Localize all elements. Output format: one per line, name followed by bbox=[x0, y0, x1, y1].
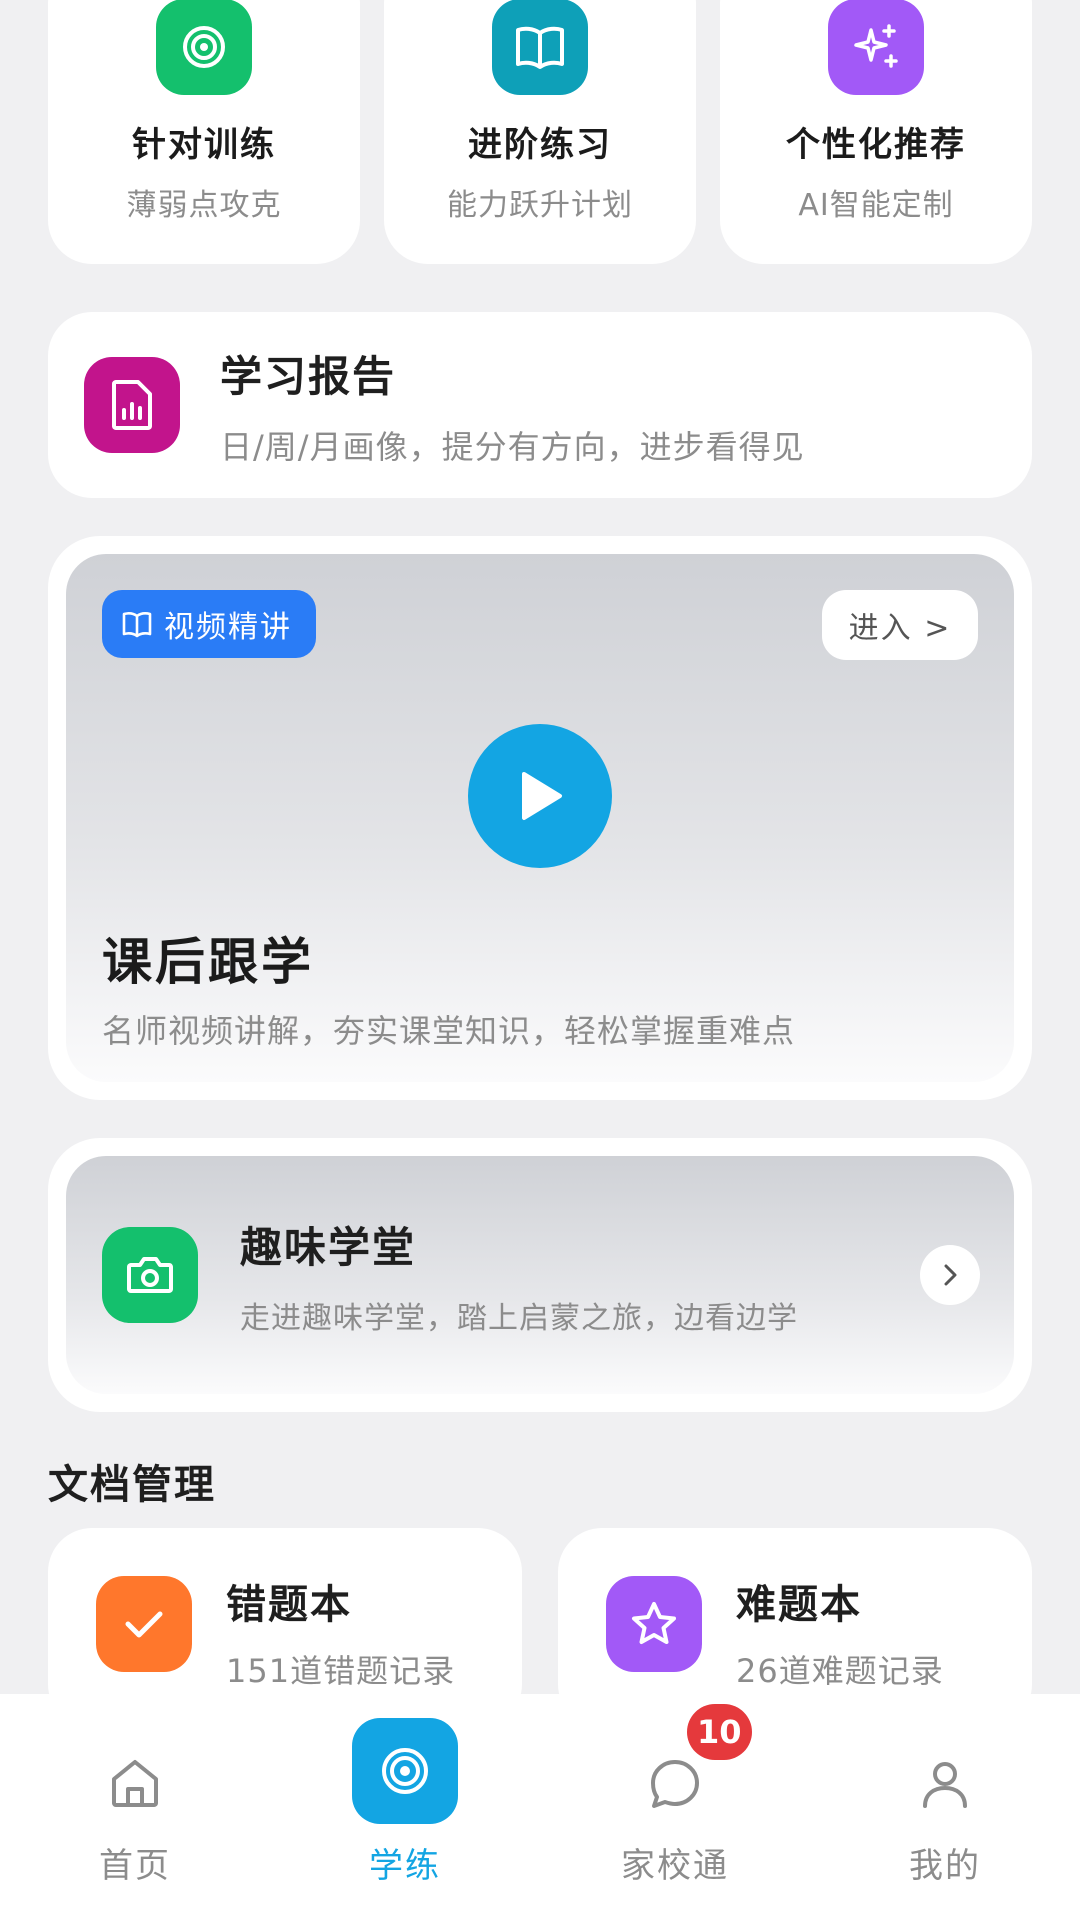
tab-home-school[interactable]: 10 家校通 bbox=[575, 1694, 775, 1920]
report-chart-icon bbox=[84, 357, 180, 453]
advanced-practice-card[interactable]: 进阶练习 能力跃升计划 bbox=[384, 0, 696, 264]
tab-study[interactable]: 学练 bbox=[305, 1694, 505, 1920]
tab-label: 学练 bbox=[369, 1846, 441, 1886]
tab-mine[interactable]: 我的 bbox=[845, 1694, 1045, 1920]
fun-subtitle: 走进趣味学堂，踏上启蒙之旅，边看边学 bbox=[240, 1300, 798, 1336]
personalized-recommend-card[interactable]: 个性化推荐 AI智能定制 bbox=[720, 0, 1032, 264]
fun-banner: 趣味学堂 走进趣味学堂，踏上启蒙之旅，边看边学 bbox=[66, 1156, 1014, 1394]
camera-icon bbox=[102, 1227, 198, 1323]
fun-classroom-card[interactable]: 趣味学堂 走进趣味学堂，踏上启蒙之旅，边看边学 bbox=[48, 1138, 1032, 1412]
doc-title: 错题本 bbox=[226, 1582, 352, 1628]
video-banner: 视频精讲 进入 > 课后跟学 名师视频讲解，夯实课堂知识，轻松掌握重难点 bbox=[66, 554, 1014, 1082]
tab-label: 我的 bbox=[909, 1846, 981, 1886]
doc-subtitle: 26道难题记录 bbox=[736, 1652, 944, 1690]
open-book-icon bbox=[492, 0, 588, 95]
tab-label: 首页 bbox=[99, 1846, 171, 1886]
bottom-tab-bar: 首页 学练 10 家校通 我的 bbox=[0, 1694, 1080, 1920]
home-icon bbox=[95, 1744, 175, 1824]
unread-badge: 10 bbox=[687, 1704, 752, 1760]
sparkles-icon bbox=[828, 0, 924, 95]
card-subtitle: 薄弱点攻克 bbox=[126, 188, 282, 223]
star-icon bbox=[606, 1576, 702, 1672]
video-title: 课后跟学 bbox=[102, 933, 314, 991]
book-icon bbox=[122, 610, 152, 638]
doc-subtitle: 151道错题记录 bbox=[226, 1652, 456, 1690]
enter-button[interactable]: 进入 > bbox=[822, 590, 978, 660]
screen: 针对训练 薄弱点攻克 进阶练习 能力跃升计划 个性化推荐 AI智能定制 学习报告… bbox=[0, 0, 1080, 1920]
card-subtitle: AI智能定制 bbox=[798, 188, 954, 223]
tab-home[interactable]: 首页 bbox=[35, 1694, 235, 1920]
badge-label: 视频精讲 bbox=[164, 610, 292, 645]
report-title: 学习报告 bbox=[220, 351, 397, 401]
chevron-right-icon[interactable] bbox=[920, 1245, 980, 1305]
target-icon bbox=[156, 0, 252, 95]
user-icon bbox=[905, 1744, 985, 1824]
doc-title: 难题本 bbox=[736, 1582, 862, 1628]
section-title-docs: 文档管理 bbox=[48, 1462, 216, 1508]
check-icon bbox=[96, 1576, 192, 1672]
card-title: 针对训练 bbox=[132, 125, 276, 165]
fun-title: 趣味学堂 bbox=[240, 1222, 417, 1272]
target-icon bbox=[352, 1718, 458, 1824]
video-subtitle: 名师视频讲解，夯实课堂知识，轻松掌握重难点 bbox=[102, 1012, 796, 1050]
report-subtitle: 日/周/月画像，提分有方向，进步看得见 bbox=[220, 427, 805, 466]
play-button[interactable] bbox=[468, 724, 612, 868]
video-lecture-badge: 视频精讲 bbox=[102, 590, 316, 658]
study-report-card[interactable]: 学习报告 日/周/月画像，提分有方向，进步看得见 bbox=[48, 312, 1032, 498]
after-class-video-card[interactable]: 视频精讲 进入 > 课后跟学 名师视频讲解，夯实课堂知识，轻松掌握重难点 bbox=[48, 536, 1032, 1100]
targeted-training-card[interactable]: 针对训练 薄弱点攻克 bbox=[48, 0, 360, 264]
card-subtitle: 能力跃升计划 bbox=[447, 188, 633, 223]
card-title: 个性化推荐 bbox=[786, 125, 966, 165]
play-icon bbox=[522, 772, 562, 820]
card-title: 进阶练习 bbox=[468, 125, 612, 165]
quick-actions: 针对训练 薄弱点攻克 进阶练习 能力跃升计划 个性化推荐 AI智能定制 bbox=[48, 0, 1032, 264]
tab-label: 家校通 bbox=[621, 1846, 729, 1886]
